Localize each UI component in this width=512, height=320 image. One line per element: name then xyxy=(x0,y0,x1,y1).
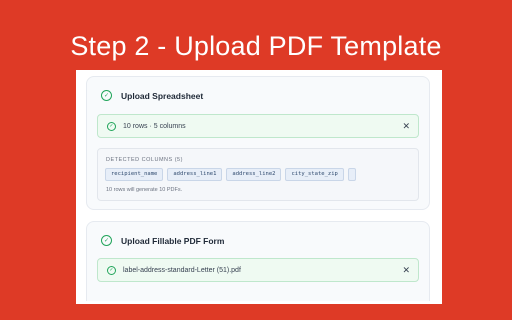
card-title: Upload Spreadsheet xyxy=(121,90,204,101)
card-header: ✓ Upload Fillable PDF Form xyxy=(101,235,224,246)
detected-columns-panel: DETECTED COLUMNS (5) recipient_name addr… xyxy=(97,148,419,201)
remove-spreadsheet-button[interactable]: ✕ xyxy=(402,121,410,131)
column-chip: recipient_name xyxy=(105,168,164,181)
column-chip: city_state_zip xyxy=(285,168,344,181)
column-chips: recipient_name address_line1 address_lin… xyxy=(105,168,356,181)
upload-spreadsheet-card: ✓ Upload Spreadsheet ✓ 10 rows · 5 colum… xyxy=(86,76,430,210)
upload-pdf-form-card: ✓ Upload Fillable PDF Form ✓ label-addre… xyxy=(86,221,430,301)
app-screen: ✓ Upload Spreadsheet ✓ 10 rows · 5 colum… xyxy=(76,70,442,304)
check-circle-icon: ✓ xyxy=(107,121,116,131)
pdf-file-status-bar: ✓ label-address-standard-Letter (51).pdf… xyxy=(97,258,419,282)
detected-columns-label: DETECTED COLUMNS (5) xyxy=(106,157,183,163)
spreadsheet-summary: 10 rows · 5 columns xyxy=(123,122,186,130)
check-circle-icon: ✓ xyxy=(101,90,112,101)
card-title: Upload Fillable PDF Form xyxy=(121,235,225,246)
column-chip xyxy=(347,168,356,181)
column-chip: address_line1 xyxy=(167,168,223,181)
remove-pdf-button[interactable]: ✕ xyxy=(402,265,410,275)
column-chip: address_line2 xyxy=(226,168,282,181)
generation-note: 10 rows will generate 10 PDFs. xyxy=(106,187,183,193)
card-header: ✓ Upload Spreadsheet xyxy=(101,90,203,101)
step-title: Step 2 - Upload PDF Template xyxy=(70,31,442,61)
pdf-file-name: label-address-standard-Letter (51).pdf xyxy=(123,266,241,274)
check-circle-icon: ✓ xyxy=(107,265,116,275)
spreadsheet-status-bar: ✓ 10 rows · 5 columns ✕ xyxy=(97,114,419,138)
check-circle-icon: ✓ xyxy=(101,235,112,246)
